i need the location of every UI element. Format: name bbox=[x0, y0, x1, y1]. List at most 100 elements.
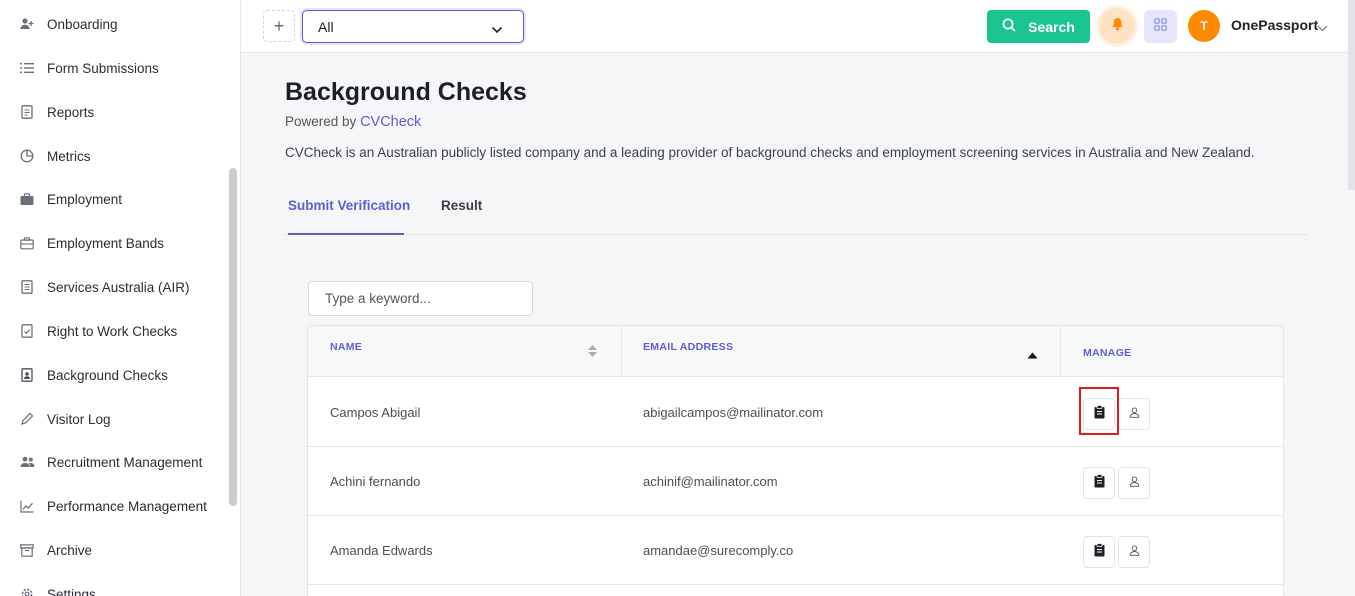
search-button-label: Search bbox=[1028, 18, 1075, 35]
view-profile-button[interactable] bbox=[1118, 398, 1150, 430]
column-divider bbox=[621, 326, 622, 377]
user-name[interactable]: OnePassport bbox=[1231, 17, 1318, 33]
user-icon bbox=[1129, 543, 1140, 561]
submit-check-button[interactable] bbox=[1083, 467, 1115, 499]
file-text-icon bbox=[19, 279, 35, 295]
file-user-icon bbox=[19, 367, 35, 383]
powered-by: Powered by CVCheck bbox=[285, 114, 421, 130]
briefcase-icon bbox=[19, 191, 35, 207]
sidebar-item-employment[interactable]: Employment bbox=[0, 182, 225, 216]
add-button[interactable]: + bbox=[263, 10, 295, 42]
users-icon bbox=[19, 454, 35, 470]
sidebar-item-label: Form Submissions bbox=[47, 60, 159, 76]
column-header-email[interactable]: EMAIL ADDRESS bbox=[643, 341, 733, 353]
sidebar-item-label: Background Checks bbox=[47, 367, 168, 383]
powered-by-prefix: Powered by bbox=[285, 114, 357, 129]
avatar[interactable]: T bbox=[1188, 10, 1220, 42]
row-name: Amanda Edwards bbox=[330, 543, 433, 558]
table-row: Achini fernando achinif@mailinator.com bbox=[308, 447, 1283, 516]
column-header-manage: MANAGE bbox=[1083, 347, 1132, 359]
sidebar-item-label: Metrics bbox=[47, 148, 91, 164]
sidebar-item-onboarding[interactable]: Onboarding bbox=[0, 7, 225, 41]
page-scrollbar[interactable] bbox=[1348, 0, 1355, 190]
archive-icon bbox=[19, 542, 35, 558]
sidebar-item-form-submissions[interactable]: Form Submissions bbox=[0, 51, 225, 85]
sidebar-scrollbar[interactable] bbox=[229, 168, 237, 506]
sidebar-item-background-checks[interactable]: Background Checks bbox=[0, 358, 225, 392]
page-title: Background Checks bbox=[285, 78, 527, 106]
sidebar-item-label: Settings bbox=[47, 586, 96, 596]
table-row: Campos Abigail abigailcampos@mailinator.… bbox=[308, 378, 1283, 447]
pen-icon bbox=[19, 411, 35, 427]
sidebar-item-label: Performance Management bbox=[47, 498, 207, 514]
clipboard-icon bbox=[1094, 473, 1105, 493]
document-icon bbox=[19, 104, 35, 120]
sidebar-item-right-to-work[interactable]: Right to Work Checks bbox=[0, 314, 225, 348]
apps-button[interactable] bbox=[1144, 10, 1177, 43]
topbar: + All Search T OnePassport bbox=[241, 0, 1355, 53]
user-icon bbox=[1129, 405, 1140, 423]
sidebar-item-label: Archive bbox=[47, 542, 93, 558]
filter-select-value: All bbox=[318, 18, 334, 35]
list-icon bbox=[19, 60, 35, 76]
tab-submit-verification[interactable]: Submit Verification bbox=[288, 198, 410, 213]
search-icon bbox=[1002, 18, 1016, 35]
sidebar-item-recruitment[interactable]: Recruitment Management bbox=[0, 445, 225, 479]
sidebar-item-archive[interactable]: Archive bbox=[0, 533, 225, 567]
user-icon bbox=[1129, 474, 1140, 492]
sidebar-item-label: Visitor Log bbox=[47, 411, 111, 427]
cvcheck-link[interactable]: CVCheck bbox=[360, 114, 421, 130]
sidebar: Onboarding Form Submissions Reports Metr… bbox=[0, 0, 241, 596]
active-tab-indicator bbox=[288, 233, 404, 235]
submit-check-button[interactable] bbox=[1083, 536, 1115, 568]
background-checks-table: NAME EMAIL ADDRESS MANAGE Campos Abigail… bbox=[307, 325, 1284, 596]
sidebar-item-services-australia[interactable]: Services Australia (AIR) bbox=[0, 270, 225, 304]
gear-icon bbox=[19, 586, 35, 596]
sidebar-item-label: Reports bbox=[47, 104, 95, 120]
trend-icon bbox=[19, 498, 35, 514]
keyword-search-input[interactable] bbox=[308, 281, 533, 316]
search-button[interactable]: Search bbox=[987, 10, 1090, 43]
filter-select[interactable]: All bbox=[302, 10, 524, 43]
row-name: Campos Abigail bbox=[330, 405, 421, 420]
table-row: Amanda Edwards amandae@surecomply.co bbox=[308, 516, 1283, 585]
sidebar-item-label: Employment bbox=[47, 191, 123, 207]
chevron-down-icon[interactable] bbox=[1317, 19, 1328, 37]
chevron-down-icon bbox=[491, 21, 503, 37]
add-user-icon bbox=[19, 16, 35, 32]
briefcase-outline-icon bbox=[19, 235, 35, 251]
row-email: amandae@surecomply.co bbox=[643, 543, 794, 558]
plus-icon: + bbox=[273, 15, 285, 36]
row-email: achinif@mailinator.com bbox=[643, 474, 778, 489]
sidebar-item-label: Recruitment Management bbox=[47, 454, 203, 470]
bell-icon bbox=[1111, 17, 1124, 36]
table-header: NAME EMAIL ADDRESS MANAGE bbox=[308, 326, 1283, 377]
pie-chart-icon bbox=[19, 148, 35, 164]
notifications-button[interactable] bbox=[1099, 8, 1135, 44]
clipboard-icon bbox=[1094, 404, 1105, 424]
sidebar-item-label: Onboarding bbox=[47, 16, 118, 32]
sidebar-item-employment-bands[interactable]: Employment Bands bbox=[0, 226, 225, 260]
file-check-icon bbox=[19, 323, 35, 339]
clipboard-icon bbox=[1094, 542, 1105, 562]
tab-result[interactable]: Result bbox=[441, 198, 482, 213]
submit-check-button[interactable] bbox=[1083, 398, 1115, 430]
column-header-name[interactable]: NAME bbox=[330, 341, 362, 353]
sidebar-item-label: Services Australia (AIR) bbox=[47, 279, 190, 295]
view-profile-button[interactable] bbox=[1118, 536, 1150, 568]
sidebar-item-settings[interactable]: Settings bbox=[0, 577, 225, 596]
row-name: Achini fernando bbox=[330, 474, 421, 489]
sidebar-item-performance[interactable]: Performance Management bbox=[0, 489, 225, 523]
sidebar-item-label: Employment Bands bbox=[47, 235, 165, 251]
view-profile-button[interactable] bbox=[1118, 467, 1150, 499]
tabs-divider bbox=[285, 234, 1308, 235]
sort-ascending-icon[interactable] bbox=[1027, 346, 1038, 364]
page-description: CVCheck is an Australian publicly listed… bbox=[285, 145, 1255, 160]
row-email: abigailcampos@mailinator.com bbox=[643, 405, 824, 420]
sidebar-item-label: Right to Work Checks bbox=[47, 323, 178, 339]
sidebar-item-reports[interactable]: Reports bbox=[0, 95, 225, 129]
sidebar-item-visitor-log[interactable]: Visitor Log bbox=[0, 402, 225, 436]
sort-icon[interactable] bbox=[587, 344, 598, 363]
column-divider bbox=[1060, 326, 1061, 377]
sidebar-item-metrics[interactable]: Metrics bbox=[0, 139, 225, 173]
